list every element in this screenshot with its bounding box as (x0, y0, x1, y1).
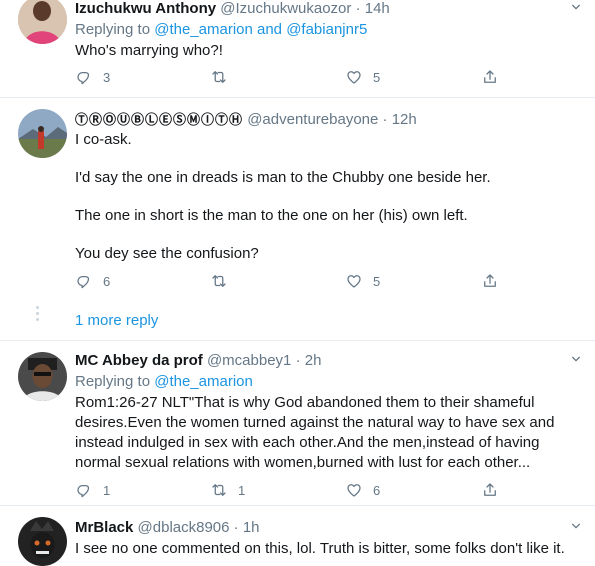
tweet-text-line: The one in short is the man to the one o… (75, 207, 468, 224)
heart-icon (345, 481, 363, 499)
tweet-text: I see no one commented on this, lol. Tru… (75, 539, 565, 559)
tweet-header: MrBlack @dblack8906 · 1h (75, 519, 260, 536)
reply-icon (75, 481, 93, 499)
like-count: 5 (373, 273, 381, 289)
thread-dots (36, 306, 40, 324)
replying-to-link[interactable]: @the_amarion (154, 373, 253, 390)
author-name[interactable]: ⓉⓇⓄⓊⒷⓁⒺⓈⓂⒾⓉⒽ (75, 113, 243, 128)
share-icon (481, 481, 499, 499)
reply-count: 1 (103, 482, 111, 498)
tweet-text-line: desires.Even the women turned against th… (75, 414, 555, 431)
author-handle[interactable]: @Izuchukwukaozor (220, 0, 351, 17)
tweet-text: I co-ask. I'd say the one in dreads is m… (75, 130, 491, 264)
like-button[interactable]: 5 (345, 68, 380, 86)
tweet-text: Who's marrying who?! (75, 41, 223, 61)
retweet-button[interactable]: 1 (210, 481, 245, 499)
timestamp[interactable]: 2h (305, 352, 322, 369)
reply-icon (75, 68, 93, 86)
tweet-actions: 3 5 (75, 68, 505, 88)
like-button[interactable]: 5 (345, 272, 380, 290)
caret-down-icon[interactable] (571, 354, 581, 364)
tweet-actions: 6 5 (75, 272, 505, 292)
retweet-icon (210, 481, 228, 499)
avatar[interactable] (18, 0, 67, 44)
tweet-text-line: You dey see the confusion? (75, 245, 259, 262)
author-handle[interactable]: @adventurebayone (247, 111, 378, 128)
heart-icon (345, 68, 363, 86)
reply-count: 6 (103, 273, 111, 289)
replying-to-link[interactable]: @the_amarion and @fabianjnr5 (154, 21, 367, 38)
tweet[interactable]: Izuchukwu Anthony @Izuchukwukaozor · 14h… (0, 0, 595, 100)
tweet-text-line: I see no one commented on this, lol. Tru… (75, 540, 565, 557)
replying-to: Replying to @the_amarion (75, 373, 253, 390)
caret-down-icon[interactable] (571, 521, 581, 531)
reply-button[interactable]: 3 (75, 68, 110, 86)
tweet-text-line: instead indulged in sex with each other.… (75, 434, 540, 451)
share-icon (481, 272, 499, 290)
more-replies-link[interactable]: 1 more reply (75, 312, 158, 329)
tweet-header: MC Abbey da prof @mcabbey1 · 2h (75, 352, 322, 369)
share-button[interactable] (481, 68, 499, 86)
timestamp[interactable]: 1h (243, 519, 260, 536)
share-icon (481, 68, 499, 86)
author-name[interactable]: Izuchukwu Anthony (75, 0, 216, 17)
like-count: 6 (373, 482, 381, 498)
like-button[interactable]: 6 (345, 481, 380, 499)
retweet-icon (210, 68, 228, 86)
tweet-text-line: I'd say the one in dreads is man to the … (75, 169, 491, 186)
heart-icon (345, 272, 363, 290)
share-button[interactable] (481, 272, 499, 290)
tweet[interactable]: MC Abbey da prof @mcabbey1 · 2h Replying… (0, 341, 595, 505)
avatar[interactable] (18, 352, 67, 401)
tweet-text-line: Rom1:26-27 NLT"That is why God abandoned… (75, 394, 535, 411)
tweet-actions: 1 1 6 (75, 481, 505, 501)
caret-down-icon[interactable] (571, 2, 581, 12)
tweet[interactable]: MrBlack @dblack8906 · 1h I see no one co… (0, 506, 595, 566)
timestamp[interactable]: 12h (392, 111, 417, 128)
retweet-button[interactable] (210, 68, 238, 86)
tweet-text-line: I co-ask. (75, 131, 132, 148)
replying-to: Replying to @the_amarion and @fabianjnr5 (75, 21, 367, 38)
retweet-icon (210, 272, 228, 290)
avatar[interactable] (18, 517, 67, 566)
retweet-button[interactable] (210, 272, 238, 290)
replying-prefix: Replying to (75, 373, 151, 390)
tweet[interactable]: ⓉⓇⓄⓊⒷⓁⒺⓈⓂⒾⓉⒽ @adventurebayone · 12h I co… (0, 98, 595, 340)
tweet-text: Rom1:26-27 NLT"That is why God abandoned… (75, 393, 575, 473)
like-count: 5 (373, 69, 381, 85)
tweet-text-line: Who's marrying who?! (75, 42, 223, 59)
timestamp[interactable]: 14h (365, 0, 390, 17)
tweet-header: Izuchukwu Anthony @Izuchukwukaozor · 14h (75, 0, 390, 17)
reply-button[interactable]: 6 (75, 272, 110, 290)
replying-prefix: Replying to (75, 21, 151, 38)
author-name[interactable]: MrBlack (75, 519, 133, 536)
author-handle[interactable]: @mcabbey1 (207, 352, 291, 369)
tweet-text-line: normal sexual relations with women,burne… (75, 454, 531, 471)
reply-button[interactable]: 1 (75, 481, 110, 499)
author-name[interactable]: MC Abbey da prof (75, 352, 203, 369)
reply-count: 3 (103, 69, 111, 85)
share-button[interactable] (481, 481, 499, 499)
author-handle[interactable]: @dblack8906 (138, 519, 230, 536)
retweet-count: 1 (238, 482, 246, 498)
avatar[interactable] (18, 109, 67, 158)
reply-icon (75, 272, 93, 290)
tweet-header: ⓉⓇⓄⓊⒷⓁⒺⓈⓂⒾⓉⒽ @adventurebayone · 12h (75, 111, 417, 128)
